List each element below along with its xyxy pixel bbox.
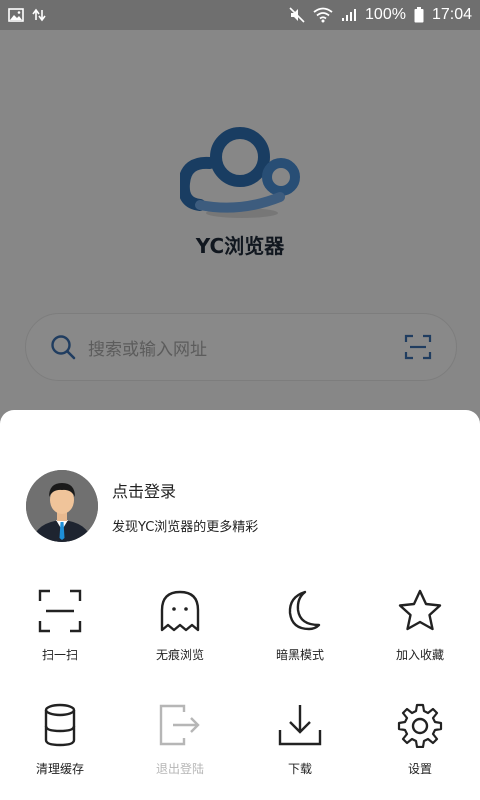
download-icon — [278, 705, 322, 746]
database-icon — [44, 703, 76, 747]
dark-mode-button[interactable]: 暗黑模式 — [240, 588, 360, 702]
logout-icon — [159, 704, 200, 746]
add-bookmark-label: 加入收藏 — [395, 648, 444, 662]
ghost-icon — [160, 590, 200, 632]
add-bookmark-button[interactable]: 加入收藏 — [360, 588, 480, 702]
incognito-button[interactable]: 无痕浏览 — [120, 588, 240, 702]
logout-button[interactable]: 退出登陆 — [120, 702, 240, 800]
scan-button[interactable]: 扫一扫 — [0, 588, 120, 702]
battery-icon — [414, 7, 424, 23]
action-grid: 扫一扫 无痕浏览 暗黑模式 加入收藏 清理缓存 退出登陆 下载 设置 — [0, 588, 480, 800]
clock: 17:04 — [431, 6, 472, 23]
scan-label: 扫一扫 — [41, 648, 78, 662]
login-title[interactable]: 点击登录 — [112, 478, 258, 502]
avatar-illustration — [26, 470, 98, 542]
star-icon — [398, 589, 442, 631]
status-bar: 100% 17:04 — [0, 0, 480, 30]
settings-button[interactable]: 设置 — [360, 702, 480, 800]
image-icon — [8, 8, 24, 22]
signal-icon — [342, 9, 357, 21]
settings-label: 设置 — [407, 762, 432, 776]
login-profile[interactable]: 点击登录 发现YC浏览器的更多精彩 — [26, 470, 466, 542]
sync-arrows-icon — [32, 8, 46, 22]
clear-cache-label: 清理缓存 — [35, 762, 84, 776]
battery-percent: 100% — [365, 6, 406, 23]
avatar[interactable] — [26, 470, 98, 542]
wifi-icon — [313, 7, 333, 23]
scan-icon — [38, 589, 82, 633]
login-subtitle: 发现YC浏览器的更多精彩 — [112, 519, 259, 535]
dark-mode-label: 暗黑模式 — [275, 648, 324, 662]
logout-label: 退出登陆 — [155, 762, 204, 776]
gear-icon — [397, 703, 443, 748]
moon-icon — [288, 590, 321, 631]
download-label: 下载 — [287, 762, 312, 776]
clear-cache-button[interactable]: 清理缓存 — [0, 702, 120, 800]
download-button[interactable]: 下载 — [240, 702, 360, 800]
incognito-label: 无痕浏览 — [155, 648, 204, 662]
menu-bottom-sheet: 点击登录 发现YC浏览器的更多精彩 扫一扫 无痕浏览 暗黑模式 加入收藏 清理缓… — [0, 410, 480, 800]
mute-icon — [289, 7, 305, 23]
